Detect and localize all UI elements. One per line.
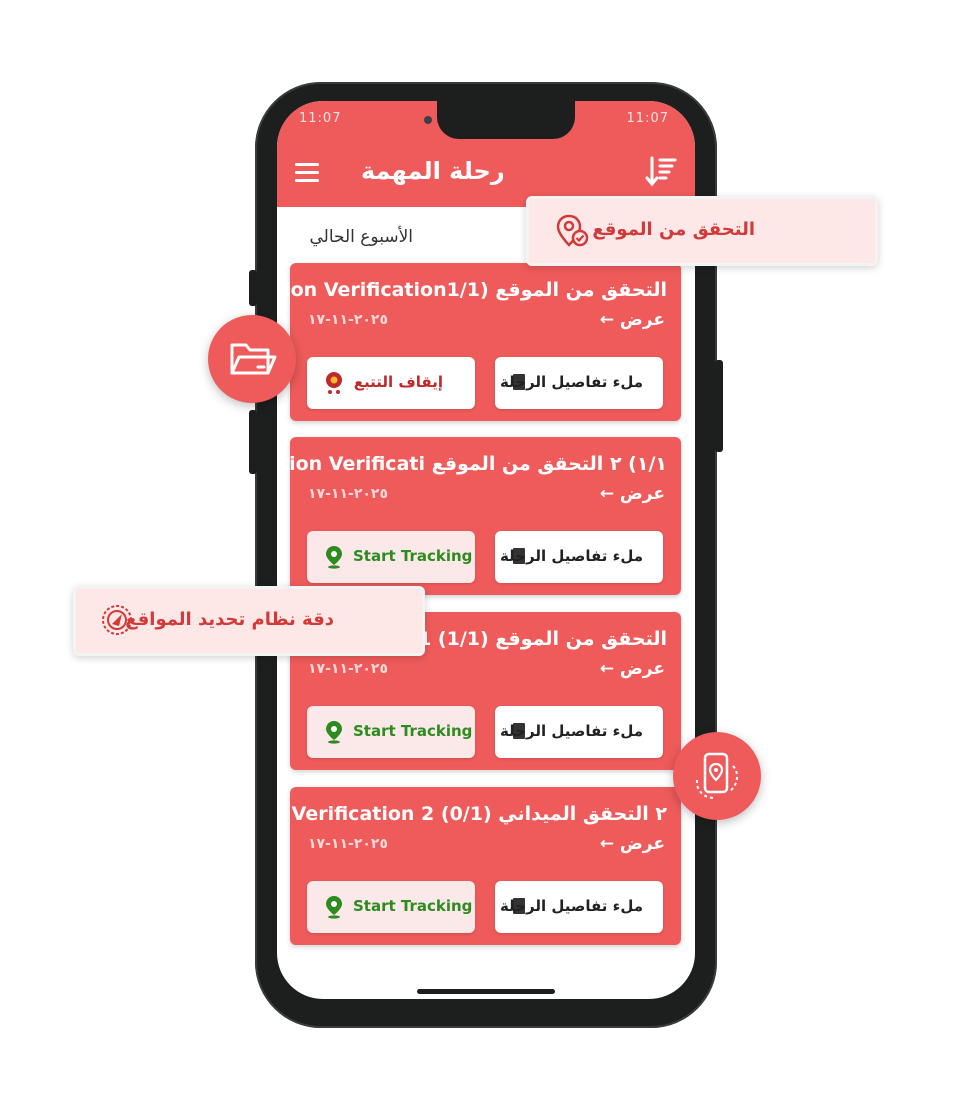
trip-card: Location Verificati ١/١) ٢ التحقق من الم… — [277, 437, 681, 595]
start-tracking-label: Start Tracking — [353, 897, 473, 915]
menu-icon[interactable] — [295, 163, 319, 182]
trip-card: Location Verification1/1) التحقق من المو… — [277, 263, 681, 421]
location-verification-label: التحقق من الموقع — [592, 219, 755, 240]
folder-icon — [230, 343, 277, 375]
start-tracking-label: Start Tracking — [353, 547, 473, 565]
power-button — [715, 360, 723, 452]
fill-trip-details-label: ملء تفاصيل الرحلة — [500, 373, 643, 391]
status-time-left: 11:07 — [299, 111, 342, 126]
sort-icon[interactable] — [645, 155, 677, 189]
pin-icon — [326, 546, 342, 569]
card-title: Location Verificati ١/١) ٢ التحقق من الم… — [277, 453, 667, 475]
gps-accuracy-callout: دقة نظام تحديد المواقع — [73, 586, 425, 656]
card-title: Location Verification1/1) التحقق من المو… — [277, 279, 667, 301]
page-title: رحلة المهمة — [361, 157, 505, 185]
location-check-icon — [556, 214, 589, 247]
card-date: ٢٠٢٥-١١-١٧ — [308, 661, 388, 677]
start-tracking-button[interactable]: Start Tracking — [307, 706, 475, 758]
fill-trip-details-button[interactable]: ملء تفاصيل الرحلة — [495, 531, 663, 583]
fill-trip-details-button[interactable]: ملء تفاصيل الرحلة — [495, 357, 663, 409]
start-tracking-button[interactable]: Start Tracking — [307, 881, 475, 933]
gps-accuracy-label: دقة نظام تحديد المواقع — [125, 609, 334, 630]
stop-tracking-icon — [326, 372, 342, 394]
card-date: ٢٠٢٥-١١-١٧ — [308, 486, 388, 502]
card-date: ٢٠٢٥-١١-١٧ — [308, 836, 388, 852]
fill-trip-details-button[interactable]: ملء تفاصيل الرحلة — [495, 706, 663, 758]
view-link[interactable]: عرض ← — [600, 834, 665, 854]
start-tracking-button[interactable]: Start Tracking — [307, 531, 475, 583]
home-indicator — [417, 989, 555, 994]
folder-badge — [208, 315, 296, 403]
view-link[interactable]: عرض ← — [600, 310, 665, 330]
pin-icon — [326, 896, 342, 919]
pin-icon — [326, 721, 342, 744]
phone-location-badge — [673, 732, 761, 820]
trip-card: Field Verification 2 (0/1) ٢ التحقق المي… — [277, 787, 681, 945]
fill-trip-details-label: ملء تفاصيل الرحلة — [500, 547, 643, 565]
view-link[interactable]: عرض ← — [600, 659, 665, 679]
mute-switch — [249, 270, 257, 306]
fill-trip-details-label: ملء تفاصيل الرحلة — [500, 897, 643, 915]
view-link[interactable]: عرض ← — [600, 484, 665, 504]
volume-down-button — [249, 410, 257, 474]
status-bar: 11:07 11:07 — [277, 101, 695, 139]
card-title: Field Verification 2 (0/1) ٢ التحقق المي… — [277, 803, 667, 825]
stop-tracking-button[interactable]: إيقاف التتبع — [307, 357, 475, 409]
status-time-right: 11:07 — [626, 111, 669, 126]
start-tracking-label: Start Tracking — [353, 722, 473, 740]
camera-notch — [437, 101, 575, 139]
front-camera — [424, 116, 432, 124]
gps-target-icon — [102, 605, 132, 635]
fill-trip-details-label: ملء تفاصيل الرحلة — [500, 722, 643, 740]
card-date: ٢٠٢٥-١١-١٧ — [308, 312, 388, 328]
location-verification-callout: التحقق من الموقع — [526, 196, 878, 266]
fill-trip-details-button[interactable]: ملء تفاصيل الرحلة — [495, 881, 663, 933]
stop-tracking-label: إيقاف التتبع — [353, 373, 443, 391]
phone-location-icon — [695, 752, 739, 799]
week-label: الأسبوع الحالي — [309, 227, 413, 247]
